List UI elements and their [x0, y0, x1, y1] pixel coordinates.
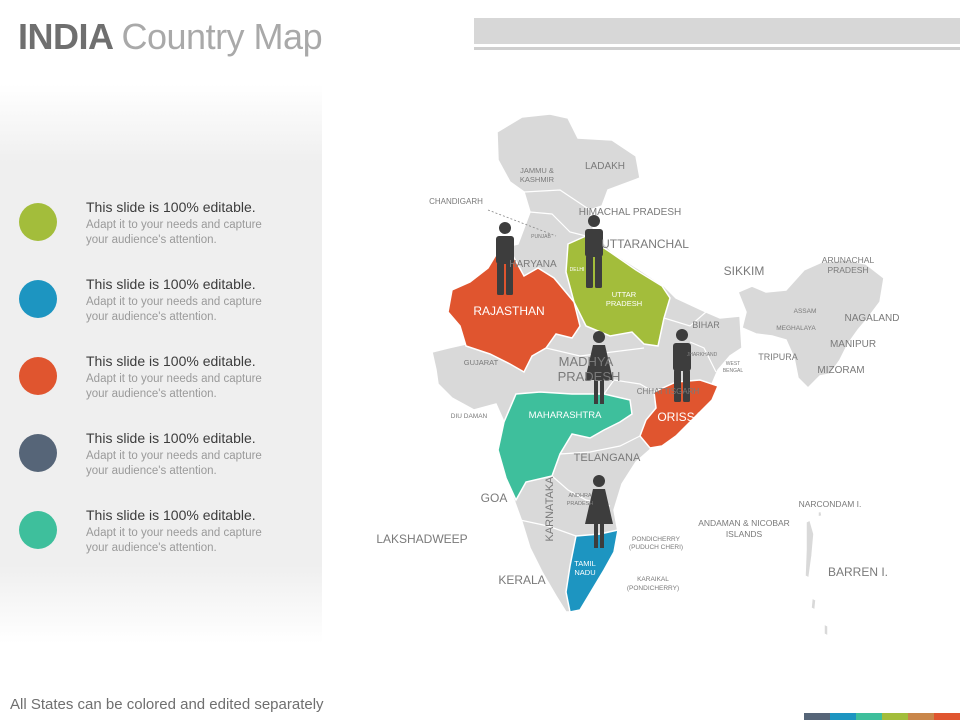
label-rajasthan: RAJASTHAN	[473, 304, 544, 318]
label-uttaranchal: UTTARANCHAL	[601, 237, 689, 251]
label-mp-line2: PRADESH	[558, 369, 621, 384]
label-haryana: HARYANA	[509, 259, 557, 270]
footer-stripe-1	[804, 713, 830, 720]
footer-stripe-4	[882, 713, 908, 720]
label-arunachal-1: ARUNACHAL	[822, 255, 875, 265]
label-barren: BARREN I.	[828, 565, 888, 579]
label-chhattisgarh: CHHATTISGARH	[637, 387, 700, 396]
label-pondicherry-1: PONDICHERRY	[632, 536, 681, 543]
label-ap-line2: PRADESH	[567, 501, 594, 507]
label-karnataka: KARNATAKA	[544, 476, 556, 542]
label-delhi: DELHI	[570, 267, 585, 273]
label-up-line2: PRADESH	[606, 299, 642, 308]
label-diu-daman: DIU DAMAN	[451, 413, 488, 420]
label-goa: GOA	[481, 491, 508, 505]
india-map: LADAKH JAMMU & KASHMIR CHANDIGARH HIMACH…	[376, 113, 900, 638]
label-west: WEST	[726, 361, 740, 367]
footer-note: All States can be colored and edited sep…	[10, 696, 324, 713]
label-kerala: KERALA	[498, 573, 545, 587]
label-maharashtra: MAHARASHTRA	[529, 410, 603, 421]
label-punjab: PUNJAB	[531, 234, 551, 240]
map-andaman	[804, 518, 815, 580]
label-mizoram: MIZORAM	[817, 365, 864, 376]
label-orissa: ORISSA	[657, 410, 702, 424]
label-jharkhand: JHARKHAND	[687, 352, 718, 358]
label-assam: ASSAM	[794, 308, 817, 315]
label-bihar: BIHAR	[692, 320, 720, 330]
map-narcondam	[817, 510, 823, 518]
footer-stripe-6	[934, 713, 960, 720]
label-sikkim: SIKKIM	[724, 264, 765, 278]
label-tn-line1: TAMIL	[574, 559, 596, 568]
label-arunachal-2: PRADESH	[827, 265, 868, 275]
label-karaikal-2: (PONDICHERRY)	[627, 585, 679, 592]
map-nicobar	[810, 596, 829, 638]
label-andaman-1: ANDAMAN & NICOBAR	[698, 518, 790, 528]
label-lakshadweep: LAKSHADWEEP	[376, 532, 467, 546]
label-kashmir: KASHMIR	[520, 175, 555, 184]
label-tripura: TRIPURA	[758, 352, 798, 362]
label-bengal: BENGAL	[723, 368, 744, 374]
label-pondicherry-2: (PUDUCH CHERI)	[629, 544, 683, 551]
label-chandigarh: CHANDIGARH	[429, 197, 483, 206]
label-telangana: TELANGANA	[574, 452, 641, 464]
label-gujarat: GUJARAT	[464, 358, 499, 367]
label-jammu: JAMMU &	[520, 166, 554, 175]
footer-stripe-2	[830, 713, 856, 720]
label-karaikal-1: KARAIKAL	[637, 576, 669, 583]
label-meghalaya: MEGHALAYA	[776, 325, 816, 332]
label-up-line1: UTTAR	[612, 290, 637, 299]
label-tn-line2: NADU	[574, 568, 595, 577]
label-narcondam: NARCONDAM I.	[799, 499, 862, 509]
label-andaman-2: ISLANDS	[726, 529, 763, 539]
label-manipur: MANIPUR	[830, 339, 876, 350]
label-nagaland: NAGALAND	[844, 313, 899, 324]
footer-stripe-5	[908, 713, 934, 720]
footer-stripe-3	[856, 713, 882, 720]
label-ap-line1: ANDHRA	[568, 493, 592, 499]
label-himachal: HIMACHAL PRADESH	[579, 207, 681, 218]
label-ladakh: LADAKH	[585, 161, 625, 172]
label-mp-line1: MADHYA	[559, 354, 614, 369]
